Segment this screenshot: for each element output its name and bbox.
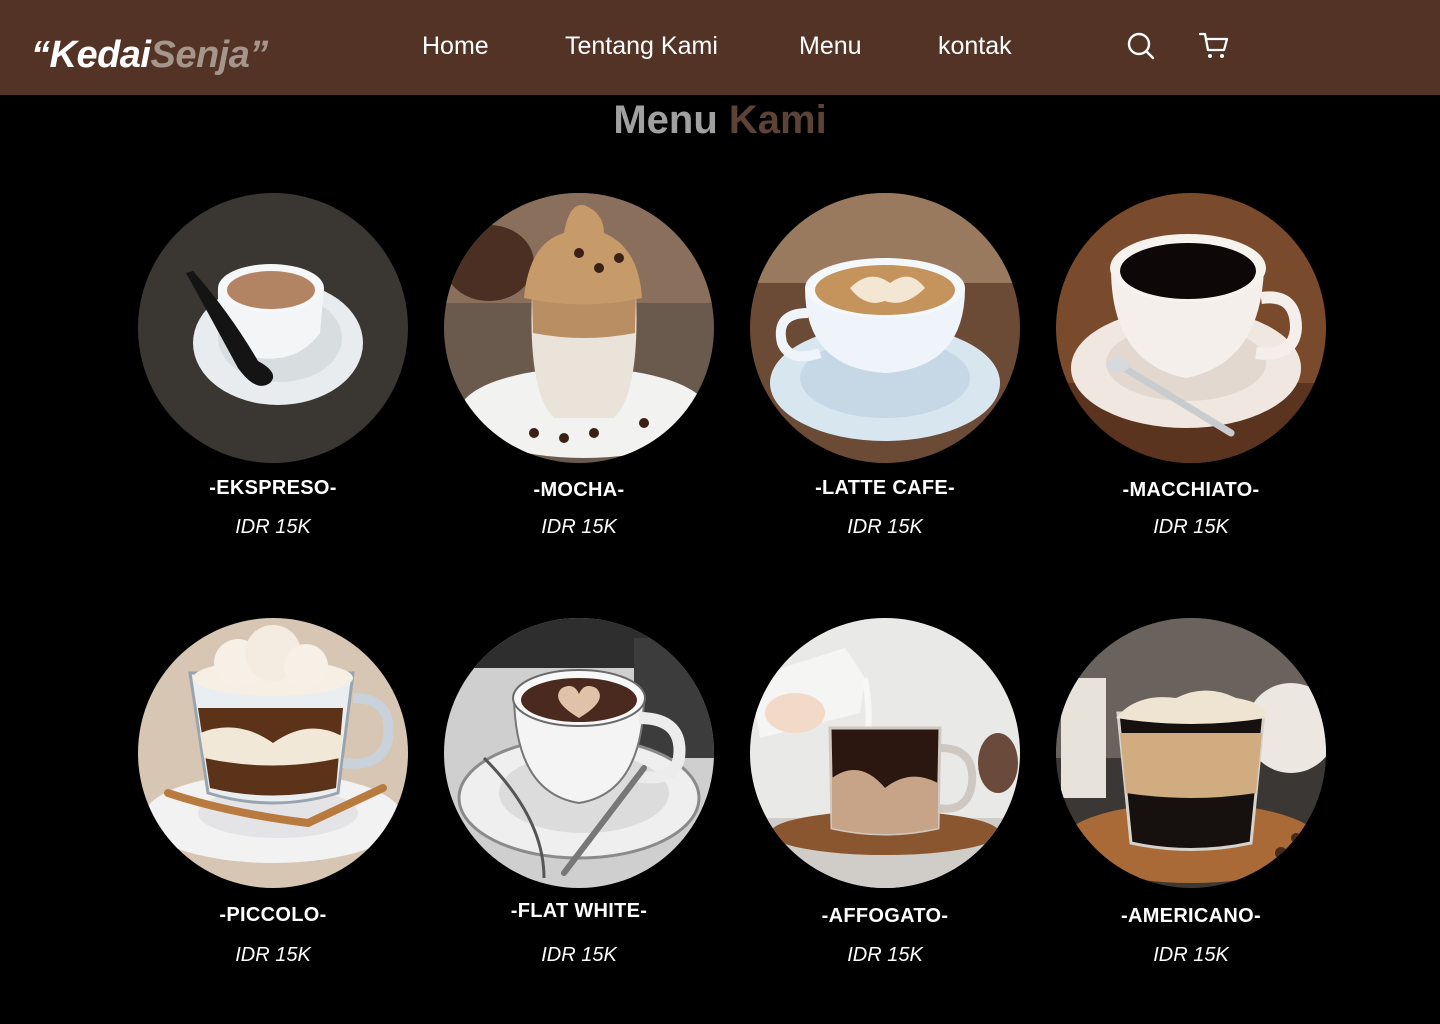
- search-icon[interactable]: [1125, 30, 1157, 62]
- menu-item-name: -EKSPRESO-: [209, 477, 337, 499]
- affogato-image: [750, 618, 1020, 888]
- section-title-primary: Menu: [613, 98, 718, 142]
- menu-item-price: IDR 15K: [1153, 944, 1229, 966]
- nav-link-tentang-kami[interactable]: Tentang Kami: [565, 31, 718, 61]
- menu-item-price: IDR 15K: [235, 516, 311, 538]
- brand-name-primary: “Kedai: [31, 34, 151, 76]
- brand-logo[interactable]: “KedaiSenja”: [31, 31, 268, 79]
- menu-item-price: IDR 15K: [847, 944, 923, 966]
- menu-item-name: -PICCOLO-: [219, 904, 327, 926]
- section-title-accent: Kami: [728, 98, 827, 142]
- cart-icon[interactable]: [1198, 30, 1230, 62]
- menu-item-price: IDR 15K: [541, 944, 617, 966]
- menu-item-price: IDR 15K: [1153, 516, 1229, 538]
- brand-name-accent: Senja”: [150, 34, 268, 76]
- menu-item-price: IDR 15K: [235, 944, 311, 966]
- menu-item-name: -MACCHIATO-: [1122, 479, 1260, 501]
- americano-image: [1056, 618, 1326, 888]
- section-title: Menu Kami: [0, 98, 1440, 142]
- nav-link-menu[interactable]: Menu: [799, 31, 862, 61]
- menu-item-price: IDR 15K: [847, 516, 923, 538]
- nav-link-kontak[interactable]: kontak: [938, 31, 1012, 61]
- latte-cafe-image: [750, 193, 1020, 463]
- piccolo-image: [138, 618, 408, 888]
- nav-link-home[interactable]: Home: [422, 31, 489, 61]
- ekspreso-image: [138, 193, 408, 463]
- menu-item-name: -AMERICANO-: [1121, 905, 1261, 927]
- menu-item-name: -LATTE CAFE-: [815, 477, 955, 499]
- menu-item-name: -FLAT WHITE-: [510, 900, 648, 922]
- menu-item-name: -AFFOGATO-: [821, 905, 949, 927]
- navbar: “KedaiSenja” Home Tentang Kami Menu kont…: [0, 0, 1440, 95]
- flat-white-image: [444, 618, 714, 888]
- menu-item-price: IDR 15K: [541, 516, 617, 538]
- mocha-image: [444, 193, 714, 463]
- macchiato-image: [1056, 193, 1326, 463]
- menu-item-name: -MOCHA-: [533, 479, 625, 501]
